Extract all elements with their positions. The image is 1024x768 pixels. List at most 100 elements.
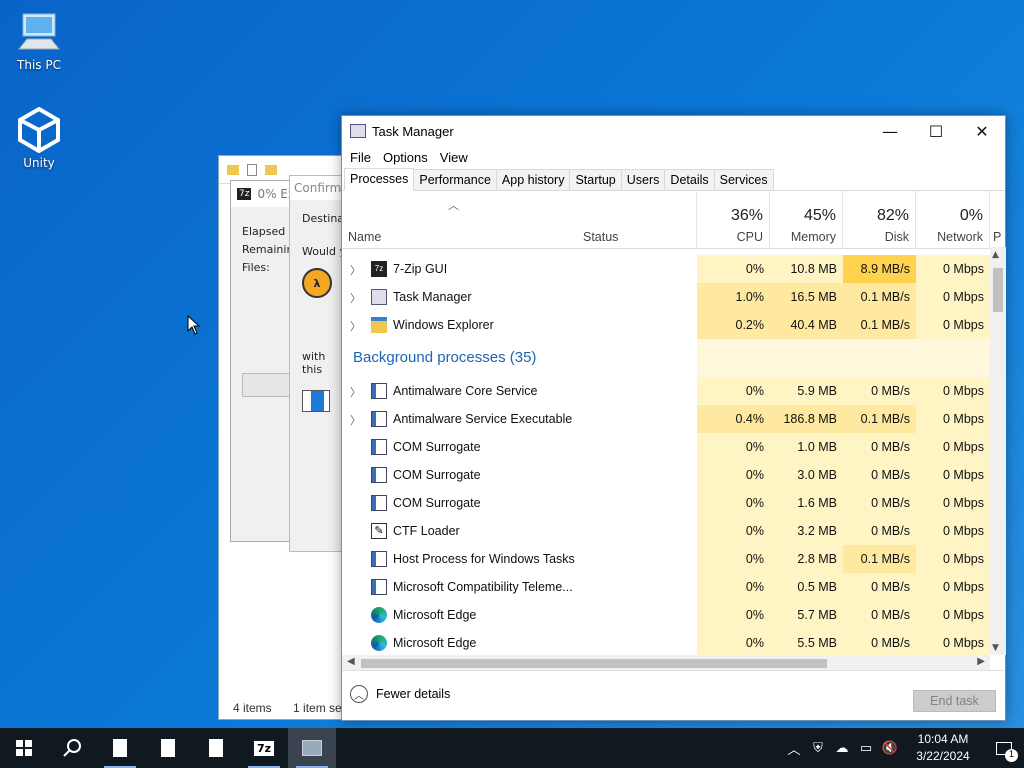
process-network: 0 Mbps [916,433,990,461]
chevron-right-icon[interactable]: 〉 [350,262,361,278]
process-network: 0 Mbps [916,489,990,517]
tab-processes[interactable]: Processes [344,168,415,191]
process-row[interactable]: Microsoft Edge 0% 5.5 MB 0 MB/s 0 Mbps [342,629,990,655]
power-column-label: P [993,230,1002,244]
close-button[interactable]: ✕ [959,116,1005,146]
process-network: 0 Mbps [916,377,990,405]
taskbar-file-1[interactable] [96,728,144,768]
process-row[interactable]: Microsoft Edge 0% 5.7 MB 0 MB/s 0 Mbps [342,601,990,629]
process-row[interactable]: COM Surrogate 0% 3.0 MB 0 MB/s 0 Mbps [342,461,990,489]
menu-file[interactable]: File [344,150,377,165]
taskbar: 7z ︿ ⛨ ☁ ▭ 🔇 10:04 AM 3/22/2024 1 [0,728,1024,768]
column-header-cpu[interactable]: 36% CPU [697,191,770,249]
taskbar-file-3[interactable] [192,728,240,768]
process-disk: 0.1 MB/s [843,405,916,433]
tab-performance[interactable]: Performance [413,169,497,190]
tab-services[interactable]: Services [713,169,774,190]
process-row[interactable]: COM Surrogate 0% 1.0 MB 0 MB/s 0 Mbps [342,433,990,461]
notification-center-button[interactable]: 1 [984,728,1024,768]
column-header-name[interactable]: ︿ Name [342,191,577,249]
chevron-right-icon[interactable]: 〉 [350,384,361,400]
chevron-right-icon[interactable]: 〉 [350,318,361,334]
scrollbar-thumb[interactable] [361,659,827,668]
clock[interactable]: 10:04 AM 3/22/2024 [902,731,984,765]
process-name: Microsoft Compatibility Teleme... [393,580,573,594]
process-cpu: 0% [697,629,770,655]
menu-options[interactable]: Options [377,150,434,165]
search-button[interactable] [48,728,96,768]
half-life-icon: λ [302,268,332,298]
service-icon [371,383,387,399]
task-manager-titlebar[interactable]: Task Manager — ☐ ✕ [342,116,1005,146]
column-header-disk[interactable]: 82% Disk [843,191,916,249]
process-row[interactable]: COM Surrogate 0% 1.6 MB 0 MB/s 0 Mbps [342,489,990,517]
security-shield-icon[interactable]: ⛨ [806,741,830,756]
process-name: Antimalware Core Service [393,384,538,398]
start-button[interactable] [0,728,48,768]
process-memory: 5.7 MB [770,601,843,629]
process-name: COM Surrogate [393,496,481,510]
file-icon [113,739,127,757]
process-row[interactable]: ✎ CTF Loader 0% 3.2 MB 0 MB/s 0 Mbps [342,517,990,545]
column-header-memory[interactable]: 45% Memory [770,191,843,249]
group-header-background-processes[interactable]: Background processes (35) [342,339,990,377]
unity-icon [15,106,63,154]
scrollbar-thumb[interactable] [993,268,1003,312]
process-row[interactable]: Microsoft Compatibility Teleme... 0% 0.5… [342,573,990,601]
process-row[interactable]: 〉 Task Manager 1.0% 16.5 MB 0.1 MB/s 0 M… [342,283,990,311]
column-header-row: ︿ Name Status 36% CPU 45% Memory 82% Dis… [342,191,1005,249]
tab-app-history[interactable]: App history [495,169,571,190]
scroll-right-icon[interactable]: ▶ [977,656,985,667]
edge-icon [371,635,387,651]
horizontal-scrollbar[interactable]: ◀ ▶ [342,655,990,671]
process-row[interactable]: 〉 7z 7-Zip GUI 0% 10.8 MB 8.9 MB/s 0 Mbp… [342,255,990,283]
chevron-right-icon[interactable]: 〉 [350,412,361,428]
memory-column-label: Memory [790,230,836,244]
column-header-network[interactable]: 0% Network [916,191,990,249]
column-header-power[interactable]: P [990,191,1006,249]
taskbar-7zip[interactable]: 7z [240,728,288,768]
scroll-down-icon[interactable]: ▼ [992,643,999,653]
menu-view[interactable]: View [434,150,474,165]
fewer-details-button[interactable]: ︿ Fewer details [350,685,450,703]
chevron-right-icon[interactable]: 〉 [350,290,361,306]
scroll-up-icon[interactable]: ▲ [992,250,999,260]
cpu-column-label: CPU [736,230,763,244]
process-row[interactable]: 〉 Windows Explorer 0.2% 40.4 MB 0.1 MB/s… [342,311,990,339]
task-manager-icon [350,124,366,138]
service-icon [371,467,387,483]
process-memory: 3.2 MB [770,517,843,545]
properties-icon [247,163,257,176]
network-icon[interactable]: ▭ [854,741,878,756]
process-disk: 0.1 MB/s [843,545,916,573]
tab-users[interactable]: Users [620,169,666,190]
taskbar-task-manager[interactable] [288,728,336,768]
process-row[interactable]: 〉 Antimalware Service Executable 0.4% 18… [342,405,990,433]
service-icon [371,411,387,427]
vertical-scrollbar[interactable]: ▲ ▼ [990,247,1006,655]
tab-startup[interactable]: Startup [569,169,622,190]
taskbar-file-2[interactable] [144,728,192,768]
process-memory: 0.5 MB [770,573,843,601]
disk-column-label: Disk [884,230,909,244]
scroll-left-icon[interactable]: ◀ [347,656,355,667]
minimize-button[interactable]: — [867,116,913,146]
service-icon [371,551,387,567]
maximize-button[interactable]: ☐ [913,116,959,146]
confirm-replace-window[interactable]: Confirm Destinati Would y λ with this [289,175,351,552]
process-row[interactable]: Host Process for Windows Tasks 0% 2.8 MB… [342,545,990,573]
column-status-label: Status [583,230,619,244]
process-row[interactable]: 〉 Antimalware Core Service 0% 5.9 MB 0 M… [342,377,990,405]
tab-details[interactable]: Details [664,169,715,190]
process-name: CTF Loader [393,524,460,538]
column-header-status[interactable]: Status [577,191,697,249]
onedrive-icon[interactable]: ☁ [830,741,854,756]
task-manager-window[interactable]: Task Manager — ☐ ✕ File Options View Pro… [341,115,1006,721]
explorer-status-selected: 1 item sel [293,701,345,715]
desktop-icon-unity[interactable]: Unity [1,106,77,170]
chevron-up-icon[interactable]: ︿ [782,739,806,758]
desktop-icon-this-pc[interactable]: This PC [1,8,77,72]
volume-muted-icon[interactable]: 🔇 [878,741,902,756]
process-memory: 10.8 MB [770,255,843,283]
end-task-button[interactable]: End task [913,690,996,712]
